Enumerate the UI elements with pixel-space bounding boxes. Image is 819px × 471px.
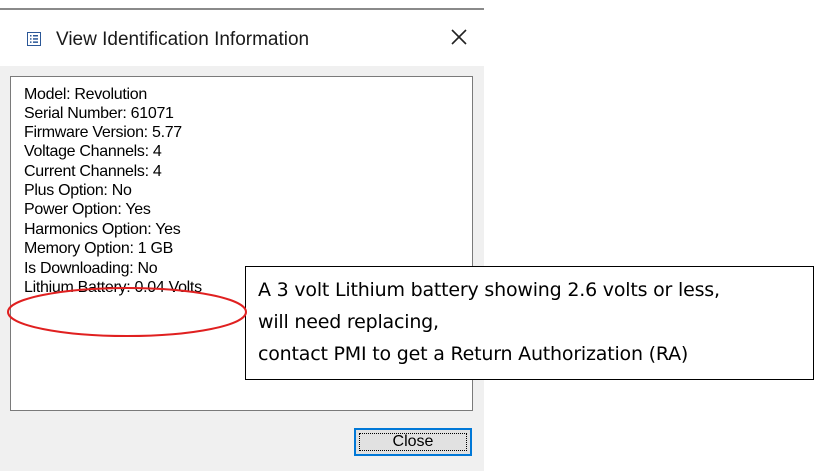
battery-note-callout: A 3 volt Lithium battery showing 2.6 vol…: [245, 266, 814, 380]
info-plus-option: Plus Option: No: [24, 182, 132, 199]
callout-line-1: A 3 volt Lithium battery showing 2.6 vol…: [258, 279, 720, 301]
info-is-downloading: Is Downloading: No: [24, 260, 158, 277]
callout-line-2: will need replacing,: [258, 311, 439, 333]
info-memory-option: Memory Option: 1 GB: [24, 240, 174, 257]
close-button[interactable]: Close: [354, 428, 472, 456]
info-firmware-version: Firmware Version: 5.77: [24, 124, 182, 141]
info-model: Model: Revolution: [24, 86, 147, 103]
close-button-label: Close: [359, 433, 467, 451]
window-list-icon: [27, 32, 41, 46]
info-serial-number: Serial Number: 61071: [24, 105, 174, 122]
window-title: View Identification Information: [56, 29, 310, 50]
info-current-channels: Current Channels: 4: [24, 163, 162, 180]
info-lithium-battery: Lithium Battery: 0.04 Volts: [24, 279, 202, 296]
info-harmonics-option: Harmonics Option: Yes: [24, 221, 181, 238]
info-power-option: Power Option: Yes: [24, 201, 151, 218]
info-voltage-channels: Voltage Channels: 4: [24, 143, 162, 160]
close-icon[interactable]: [446, 24, 472, 50]
callout-line-3: contact PMI to get a Return Authorizatio…: [258, 343, 689, 365]
